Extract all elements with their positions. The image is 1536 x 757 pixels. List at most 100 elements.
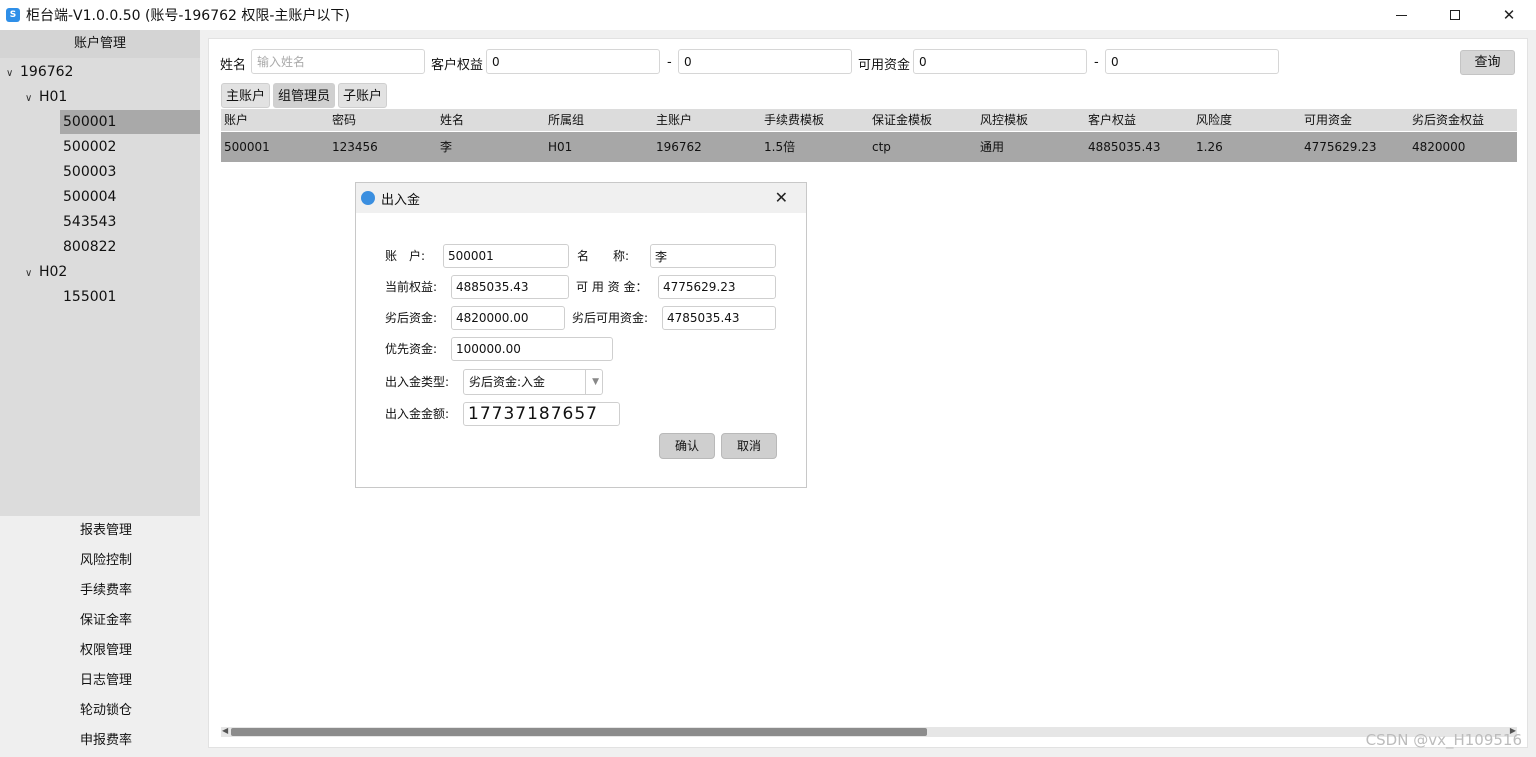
app-logo-icon: S — [6, 8, 20, 22]
table-header: 账户 密码 姓名 所属组 主账户 手续费模板 保证金模板 风控模板 客户权益 风… — [221, 109, 1517, 131]
tree-account-label: 500002 — [63, 139, 117, 155]
cancel-button[interactable]: 取消 — [721, 433, 777, 459]
table-cell: 李 — [440, 140, 453, 154]
menu-risk-control[interactable]: 风险控制 — [0, 546, 200, 576]
tree-group-h01[interactable]: ∨ H01 — [25, 85, 67, 109]
account-label: 账 户: — [385, 249, 426, 263]
confirm-button[interactable]: 确认 — [659, 433, 715, 459]
tree-root-label: 196762 — [20, 64, 74, 80]
column-header[interactable]: 手续费模板 — [761, 109, 869, 131]
transfer-type-value: 劣后资金:入金 — [469, 375, 546, 389]
tab-sub-account[interactable]: 子账户 — [338, 83, 388, 108]
app-logo-icon — [361, 191, 375, 205]
subordinate-funds-label: 劣后资金: — [385, 311, 438, 325]
tree-group-label: H02 — [39, 264, 68, 280]
minimize-button[interactable] — [1374, 0, 1428, 30]
tree-group-h02[interactable]: ∨ H02 — [25, 260, 67, 284]
equity-from-input[interactable] — [486, 49, 660, 74]
transfer-amount-label: 出入金金额: — [385, 407, 450, 421]
current-equity-field[interactable] — [451, 275, 569, 299]
available-funds-label: 可 用 资 金： — [576, 280, 648, 294]
menu-declaration-fee[interactable]: 申报费率 — [0, 726, 200, 756]
tree-group-label: H01 — [39, 89, 68, 105]
account-tree-panel: 账户管理 ∨ 196762 ∨ H01 500001 500002 500003 5… — [0, 30, 200, 516]
window-controls: ✕ — [1374, 0, 1536, 30]
menu-margin-rate[interactable]: 保证金率 — [0, 606, 200, 636]
tab-main-account[interactable]: 主账户 — [221, 83, 271, 108]
tree-account-500004[interactable]: 500004 — [60, 185, 116, 209]
funds-to-input[interactable] — [1105, 49, 1279, 74]
tree-account-800822[interactable]: 800822 — [60, 235, 116, 259]
scrollbar-thumb[interactable] — [231, 728, 927, 736]
scroll-left-icon[interactable]: ◀ — [222, 726, 228, 735]
deposit-withdraw-dialog: 出入金 ✕ 账 户: 名 称: 当前权益: 可 用 资 金： 劣后资金: 劣后可… — [355, 182, 807, 488]
column-header[interactable]: 客户权益 — [1085, 109, 1193, 131]
tree-account-543543[interactable]: 543543 — [60, 210, 116, 234]
close-icon: ✕ — [1502, 6, 1516, 24]
tree-account-500003[interactable]: 500003 — [60, 160, 116, 184]
select-divider — [585, 370, 586, 394]
table-cell: 通用 — [980, 140, 1005, 154]
maximize-button[interactable] — [1428, 0, 1482, 30]
tree-account-500001[interactable]: 500001 — [60, 110, 200, 134]
column-header[interactable]: 所属组 — [545, 109, 653, 131]
equity-filter-label: 客户权益 — [431, 58, 484, 73]
maximize-icon — [1450, 10, 1460, 20]
menu-rotation-lock[interactable]: 轮动锁仓 — [0, 696, 200, 726]
transfer-type-label: 出入金类型: — [385, 375, 450, 389]
menu-commission-rate[interactable]: 手续费率 — [0, 576, 200, 606]
table-cell: 196762 — [656, 140, 702, 154]
menu-permission-management[interactable]: 权限管理 — [0, 636, 200, 666]
funds-filter-label: 可用资金 — [858, 58, 911, 73]
menu-report-management[interactable]: 报表管理 — [0, 516, 200, 546]
column-header[interactable]: 劣后资金权益 — [1409, 109, 1517, 131]
tree-account-label: 500003 — [63, 164, 117, 180]
table-row[interactable]: 500001 123456 李 H01 196762 1.5倍 ctp 通用 4… — [221, 132, 1517, 162]
dialog-title-bar: 出入金 ✕ — [356, 183, 806, 213]
column-header[interactable]: 密码 — [329, 109, 437, 131]
name-field[interactable] — [650, 244, 776, 268]
table-cell: 1.5倍 — [764, 140, 796, 154]
funds-from-input[interactable] — [913, 49, 1087, 74]
table-cell: ctp — [872, 140, 891, 154]
close-icon[interactable]: ✕ — [775, 188, 788, 207]
column-header[interactable]: 主账户 — [653, 109, 761, 131]
horizontal-scrollbar[interactable]: ◀ ▶ — [221, 726, 1517, 737]
filter-bar: 姓名 客户权益 - 可用资金 - 查询 — [209, 49, 1527, 75]
sidebar-header: 账户管理 — [0, 30, 200, 58]
subordinate-available-field[interactable] — [662, 306, 776, 330]
column-header[interactable]: 风险度 — [1193, 109, 1301, 131]
account-field[interactable] — [443, 244, 569, 268]
tree-root[interactable]: ∨ 196762 — [6, 60, 73, 84]
menu-log-management[interactable]: 日志管理 — [0, 666, 200, 696]
tab-group-admin[interactable]: 组管理员 — [273, 83, 336, 108]
name-filter-label: 姓名 — [220, 58, 247, 73]
column-header[interactable]: 可用资金 — [1301, 109, 1409, 131]
equity-range-dash: - — [667, 55, 672, 70]
equity-to-input[interactable] — [678, 49, 852, 74]
column-header[interactable]: 风控模板 — [977, 109, 1085, 131]
funds-range-dash: - — [1094, 55, 1099, 70]
name-filter-input[interactable] — [251, 49, 425, 74]
tree-account-155001[interactable]: 155001 — [60, 285, 116, 309]
account-type-tabs: 主账户 组管理员 子账户 — [221, 83, 388, 108]
available-funds-field[interactable] — [658, 275, 776, 299]
tree-account-label: 155001 — [63, 289, 117, 305]
tree-account-500002[interactable]: 500002 — [60, 135, 116, 159]
table-cell: 4820000 — [1412, 140, 1466, 154]
name-label: 名 称: — [577, 249, 630, 263]
current-equity-label: 当前权益: — [385, 280, 438, 294]
priority-funds-field[interactable] — [451, 337, 613, 361]
query-button[interactable]: 查询 — [1460, 50, 1515, 75]
column-header[interactable]: 账户 — [221, 109, 329, 131]
sidebar: 账户管理 ∨ 196762 ∨ H01 500001 500002 500003 5… — [0, 30, 200, 757]
transfer-amount-field[interactable] — [463, 402, 620, 426]
watermark: CSDN @vx_H109516 — [1365, 731, 1522, 749]
column-header[interactable]: 保证金模板 — [869, 109, 977, 131]
table-cell: 4885035.43 — [1088, 140, 1161, 154]
close-window-button[interactable]: ✕ — [1482, 0, 1536, 30]
transfer-type-select[interactable]: 劣后资金:入金 ▼ — [463, 369, 603, 395]
column-header[interactable]: 姓名 — [437, 109, 545, 131]
priority-funds-label: 优先资金: — [385, 342, 438, 356]
subordinate-funds-field[interactable] — [451, 306, 565, 330]
